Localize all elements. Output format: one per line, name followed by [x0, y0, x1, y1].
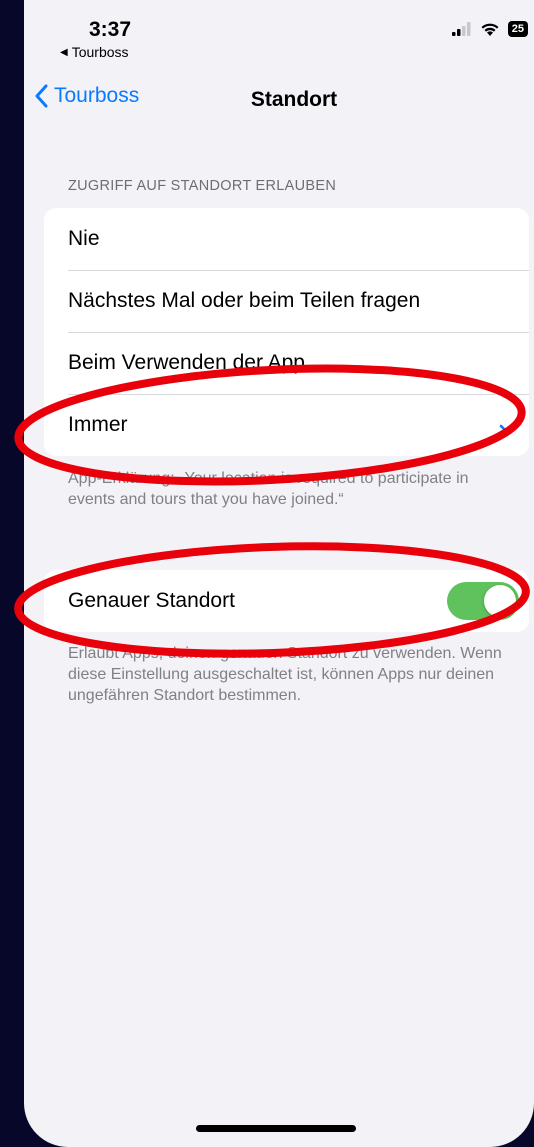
precise-location-toggle[interactable]: [447, 582, 519, 620]
settings-screen: 3:37 ◀ Tourboss 25 Tourboss Standort ZUG…: [24, 0, 534, 1147]
app-explanation-text: App-Erklärung: „Your location is require…: [68, 470, 469, 508]
option-never[interactable]: Nie: [44, 208, 529, 270]
location-access-header: ZUGRIFF AUF STANDORT ERLAUBEN: [68, 178, 337, 194]
back-to-app-label: Tourboss: [71, 44, 129, 60]
status-time: 3:37: [89, 18, 132, 41]
precise-location-label: Genauer Standort: [68, 589, 235, 612]
option-while-using-app[interactable]: Beim Verwenden der App: [44, 332, 529, 394]
precise-location-row: Genauer Standort: [44, 570, 529, 632]
back-triangle-icon: ◀: [60, 46, 68, 58]
location-access-options: Nie Nächstes Mal oder beim Teilen fragen…: [44, 208, 529, 456]
back-to-app-link[interactable]: ◀ Tourboss: [60, 44, 129, 60]
precise-location-group: Genauer Standort: [44, 570, 529, 632]
option-label: Immer: [68, 413, 128, 436]
option-always[interactable]: Immer: [44, 394, 529, 456]
navigation-bar: Tourboss Standort: [24, 84, 534, 124]
option-label: Nächstes Mal oder beim Teilen fragen: [68, 289, 421, 312]
wifi-icon: [481, 23, 499, 36]
page-title: Standort: [250, 88, 338, 111]
precise-location-description: Erlaubt Apps, deinen genauen Standort zu…: [68, 645, 502, 704]
option-label: Beim Verwenden der App: [68, 351, 305, 374]
home-indicator: [196, 1125, 356, 1132]
status-icons: 25: [451, 21, 528, 37]
battery-icon: 25: [507, 21, 528, 37]
option-ask-next-time[interactable]: Nächstes Mal oder beim Teilen fragen: [44, 270, 529, 332]
status-bar: 3:37 ◀ Tourboss 25: [24, 0, 534, 70]
toggle-knob: [484, 585, 516, 617]
option-label: Nie: [68, 227, 100, 250]
cellular-signal-icon: [451, 22, 471, 36]
checkmark-icon: [499, 415, 521, 434]
